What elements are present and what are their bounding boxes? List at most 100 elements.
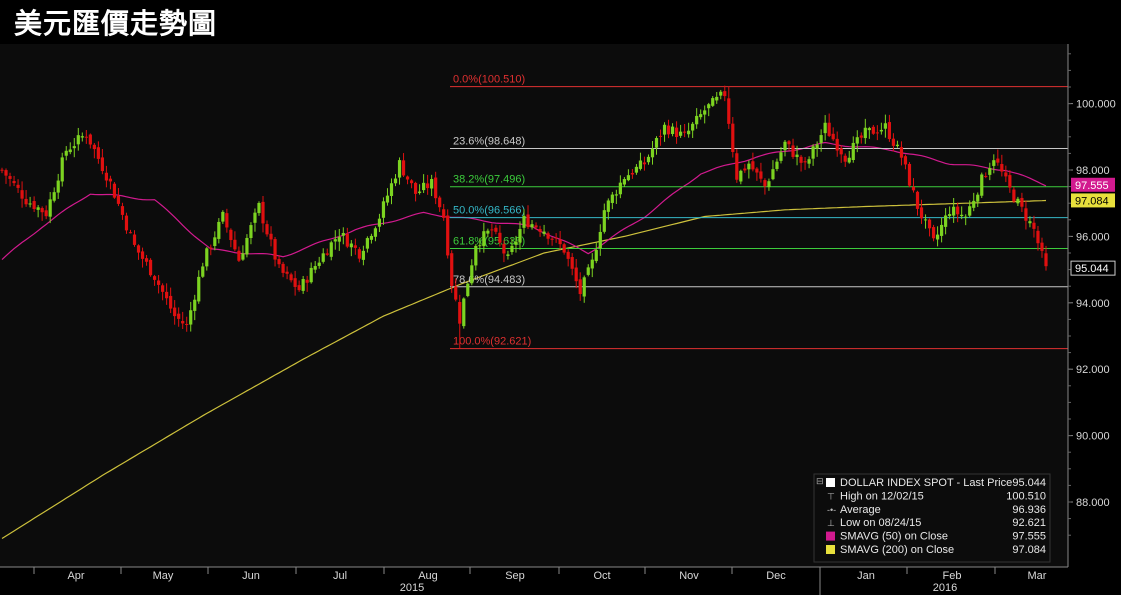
candle-body [1004, 172, 1008, 177]
candle-body [670, 126, 675, 135]
candle-body [988, 168, 992, 175]
candle-body [100, 157, 104, 172]
candle-body [273, 239, 277, 260]
candle-body [1008, 175, 1012, 188]
candle-body [891, 138, 896, 146]
candle-body [177, 313, 181, 319]
candle-body [691, 123, 695, 131]
candle-body [867, 128, 871, 131]
legend-label: DOLLAR INDEX SPOT - Last Price [840, 477, 1012, 489]
candle-body [646, 156, 651, 163]
candle-body [478, 245, 482, 247]
candle-body [450, 253, 454, 286]
candle-body [108, 178, 113, 182]
candle-body [650, 148, 655, 158]
candle-body [1000, 164, 1004, 172]
y-tick-label: 90.000 [1076, 431, 1110, 443]
candle-body [297, 285, 301, 291]
legend-label: High on 12/02/15 [840, 490, 924, 502]
legend-value: 100.510 [1006, 490, 1046, 502]
candle-body [554, 237, 558, 239]
candle-body [257, 203, 261, 214]
candle-body [1036, 230, 1040, 244]
candle-body [357, 249, 361, 259]
candle-body [795, 154, 799, 157]
candle-body [779, 152, 783, 161]
candle-body [233, 239, 237, 250]
x-month-label: Aug [418, 570, 438, 582]
candle-body [309, 267, 313, 283]
x-month-label: May [153, 570, 174, 582]
candle-body [225, 213, 229, 228]
candle-body [88, 134, 92, 145]
candle-body [12, 181, 16, 184]
chart-area: 0.0%(100.510) 23.6%(98.648) 38.2%(97.496) 5… [0, 0, 1121, 595]
candle-body [550, 238, 554, 240]
candle-body [518, 229, 522, 243]
candle-body [674, 127, 679, 137]
candle-body [96, 147, 100, 159]
candle-body [799, 156, 803, 163]
candle-body [249, 225, 253, 239]
candle-body [759, 171, 763, 179]
candle-body [44, 210, 48, 217]
candle-body [546, 233, 550, 239]
candle-body [405, 176, 410, 180]
candle-body [32, 201, 36, 210]
candle-body [361, 250, 365, 260]
fib-label: 38.2%(97.496) [453, 174, 525, 186]
candle-body [827, 122, 831, 136]
candle-body [791, 145, 795, 157]
candle-body [735, 153, 739, 180]
candle-body [927, 219, 932, 229]
candle-body [458, 302, 462, 324]
magenta-square [826, 531, 835, 541]
candle-body [124, 215, 129, 231]
candle-body [353, 245, 357, 248]
candle-body [1024, 208, 1028, 221]
candle-body [40, 208, 44, 213]
candle-body [161, 285, 165, 292]
title-bar: 美元匯價走勢圖 [0, 0, 230, 44]
candle-body [948, 214, 952, 217]
candle-body [120, 206, 125, 215]
x-month-label: Nov [679, 570, 699, 582]
y-tick-label: 92.000 [1076, 364, 1110, 376]
candle-body [526, 214, 530, 228]
x-month-label: Jan [857, 570, 875, 582]
candle-body [1044, 253, 1048, 267]
candle-body [293, 278, 297, 287]
candle-body [747, 163, 751, 170]
candle-body [261, 201, 265, 224]
candle-body [610, 194, 614, 203]
candle-body [586, 267, 590, 275]
candle-body [24, 198, 28, 205]
candle-body [438, 197, 442, 208]
x-year-label: 2015 [400, 582, 424, 594]
candle-body [189, 310, 193, 325]
candle-body [903, 156, 908, 165]
candle-body [835, 138, 839, 151]
y-tick-label: 94.000 [1076, 298, 1110, 310]
candle-body [241, 253, 245, 260]
candle-body [60, 157, 64, 182]
candle-body [144, 258, 149, 262]
candle-body [634, 166, 639, 173]
candle-body [502, 243, 506, 254]
candle-body [574, 267, 578, 282]
fib-label: 23.6%(98.648) [453, 135, 525, 147]
candle-body [173, 307, 177, 317]
candle-body [36, 207, 40, 210]
candle-body [269, 233, 273, 240]
candle-body [193, 299, 197, 311]
candle-body [393, 178, 398, 184]
candle-body [590, 259, 594, 269]
high-icon: ⊤ [827, 491, 835, 501]
candle-body [1040, 242, 1044, 251]
candle-body [851, 142, 855, 161]
candle-body [442, 209, 446, 218]
candle-body [895, 144, 900, 147]
candle-body [847, 157, 851, 163]
candle-body [775, 161, 779, 169]
fib-label: 61.8%(95.635) [453, 236, 525, 248]
